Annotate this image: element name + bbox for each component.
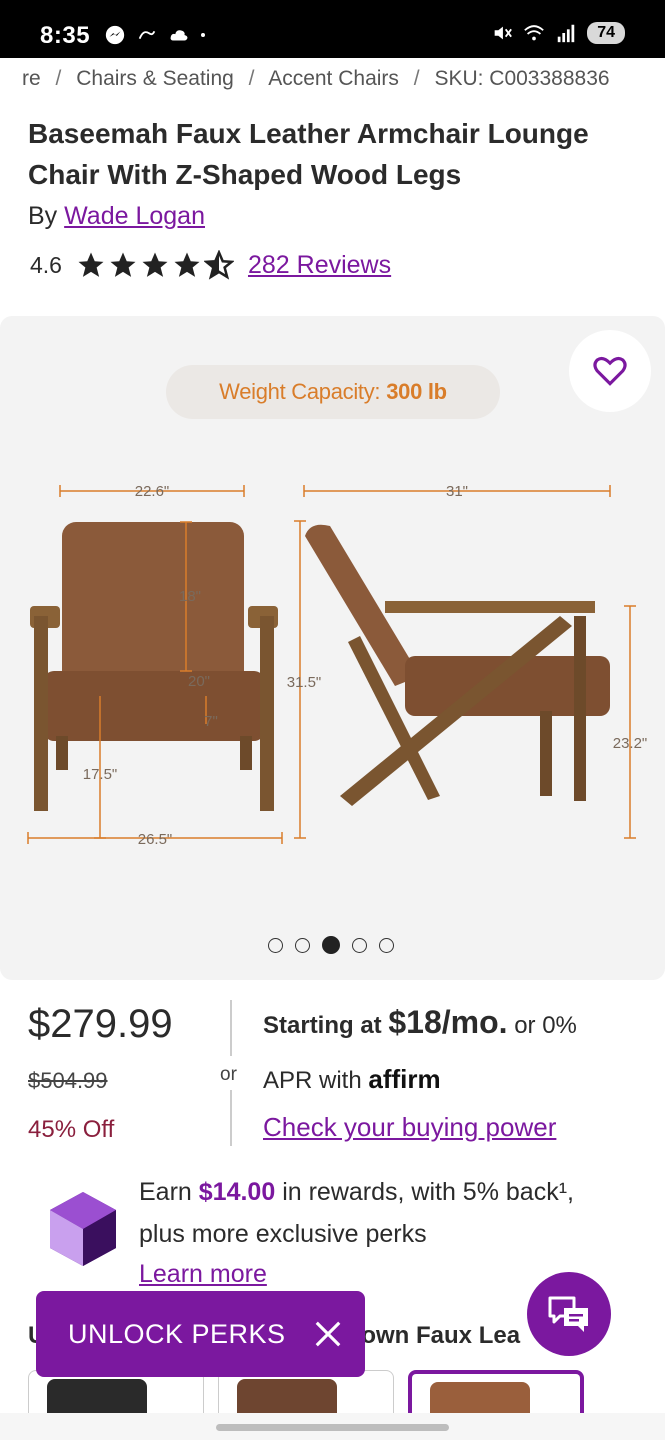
unlock-perks-label: UNLOCK PERKS bbox=[68, 1318, 286, 1349]
front-chair-image bbox=[30, 522, 278, 811]
breadcrumb: re / Chairs & Seating / Accent Chairs / … bbox=[22, 67, 619, 91]
affirm-logo: affirm bbox=[368, 1064, 441, 1094]
star-full-icon bbox=[142, 252, 168, 277]
breadcrumb-item[interactable]: Accent Chairs bbox=[268, 67, 399, 90]
star-rating bbox=[76, 250, 234, 280]
status-time: 8:35 bbox=[40, 22, 91, 49]
messenger-icon bbox=[105, 25, 125, 45]
star-full-icon bbox=[174, 252, 200, 277]
breadcrumb-item[interactable]: Chairs & Seating bbox=[76, 67, 234, 90]
status-bar: 8:35 74 bbox=[0, 0, 665, 58]
gallery-dot[interactable] bbox=[352, 937, 367, 953]
dim-label-side-depth: 31" bbox=[446, 483, 468, 500]
gallery-dot[interactable] bbox=[295, 937, 310, 953]
rewards-prefix: Earn bbox=[139, 1178, 192, 1206]
rewards-suffix: in rewards, with 5% back¹, bbox=[282, 1178, 574, 1206]
rewards-line: Earn $14.00 in rewards, with 5% back¹, bbox=[139, 1178, 574, 1207]
rating-value: 4.6 bbox=[30, 251, 62, 278]
financing-prefix: Starting at bbox=[263, 1012, 382, 1039]
dim-label-cushion: 7" bbox=[204, 713, 218, 730]
breadcrumb-item[interactable]: re bbox=[22, 67, 41, 90]
weight-value: 300 lb bbox=[386, 379, 447, 404]
discount-label: 45% Off bbox=[28, 1116, 115, 1143]
link-icon bbox=[138, 30, 156, 40]
dot-icon bbox=[201, 33, 205, 37]
dim-label-overall-height: 31.5" bbox=[287, 674, 322, 691]
breadcrumb-sku: SKU: C003388836 bbox=[434, 67, 610, 90]
learn-more-link[interactable]: Learn more bbox=[139, 1260, 267, 1289]
apr-prefix: APR with bbox=[263, 1067, 362, 1094]
brand-link[interactable]: Wade Logan bbox=[64, 202, 205, 230]
wifi-6e-icon bbox=[524, 25, 544, 41]
dim-label-back-height: 18" bbox=[179, 588, 201, 605]
by-prefix: By bbox=[28, 202, 58, 230]
original-price: $504.99 bbox=[28, 1068, 108, 1093]
rewards-perks-line: plus more exclusive perks bbox=[139, 1220, 427, 1248]
rewards-amount: $14.00 bbox=[198, 1178, 276, 1206]
dim-label-overall-width: 26.5" bbox=[138, 831, 173, 846]
divider bbox=[230, 1000, 232, 1056]
gallery-pagination bbox=[268, 936, 394, 954]
product-image-gallery[interactable]: Weight Capacity: 300 lb 22.6" 31" 18" 20… bbox=[0, 316, 665, 980]
home-indicator[interactable] bbox=[216, 1424, 449, 1431]
signal-icon bbox=[557, 24, 575, 43]
gallery-dot-active[interactable] bbox=[322, 936, 340, 954]
star-half-icon bbox=[203, 250, 234, 280]
weight-label: Weight Capacity: bbox=[219, 379, 381, 404]
apr-line: APR with affirm bbox=[263, 1064, 441, 1095]
divider bbox=[230, 1090, 232, 1146]
dim-label-arm-height: 23.2" bbox=[613, 735, 648, 752]
breadcrumb-separator: / bbox=[55, 67, 62, 90]
weight-capacity-badge: Weight Capacity: 300 lb bbox=[166, 365, 500, 419]
rating-row: 4.6 282 Reviews bbox=[30, 250, 391, 280]
status-right: 74 bbox=[491, 22, 625, 44]
color-label-end: rown Faux Lea bbox=[352, 1322, 521, 1349]
favorite-button[interactable] bbox=[569, 330, 651, 412]
check-buying-power-link[interactable]: Check your buying power bbox=[263, 1112, 556, 1143]
dim-label-seat-depth: 20" bbox=[188, 673, 210, 690]
dim-label-front-width: 22.6" bbox=[135, 483, 170, 500]
gallery-dot[interactable] bbox=[379, 937, 394, 953]
chat-icon bbox=[548, 1296, 588, 1332]
rewards-gem-icon bbox=[50, 1192, 116, 1266]
dim-label-seat-height: 17.5" bbox=[83, 766, 118, 783]
or-label: or bbox=[220, 1064, 237, 1085]
status-left-icons bbox=[104, 24, 212, 46]
sale-price: $279.99 bbox=[28, 1002, 173, 1046]
star-full-icon bbox=[78, 252, 104, 277]
product-title: Baseemah Faux Leather Armchair Lounge Ch… bbox=[28, 118, 589, 190]
reviews-link[interactable]: 282 Reviews bbox=[248, 251, 391, 280]
brand-line: By Wade Logan bbox=[28, 202, 205, 231]
chat-button[interactable] bbox=[527, 1272, 611, 1356]
financing-suffix: or 0% bbox=[514, 1012, 577, 1039]
heart-icon bbox=[593, 356, 627, 386]
unlock-perks-button[interactable]: UNLOCK PERKS bbox=[36, 1291, 365, 1377]
chair-dimension-diagram: 22.6" 31" 18" 20" 7" 17.5" 26.5" 31.5" 2… bbox=[27, 483, 648, 846]
side-chair-image bbox=[305, 524, 610, 806]
mute-icon bbox=[494, 26, 513, 40]
monthly-price: $18/mo. bbox=[388, 1004, 508, 1040]
breadcrumb-separator: / bbox=[248, 67, 255, 90]
breadcrumb-separator: / bbox=[413, 67, 420, 90]
cloud-icon bbox=[170, 30, 188, 41]
gallery-dot[interactable] bbox=[268, 937, 283, 953]
financing-line: Starting at $18/mo. or 0% bbox=[263, 1004, 577, 1041]
battery-icon: 74 bbox=[587, 22, 625, 44]
close-icon[interactable] bbox=[313, 1319, 343, 1349]
star-full-icon bbox=[110, 252, 136, 277]
